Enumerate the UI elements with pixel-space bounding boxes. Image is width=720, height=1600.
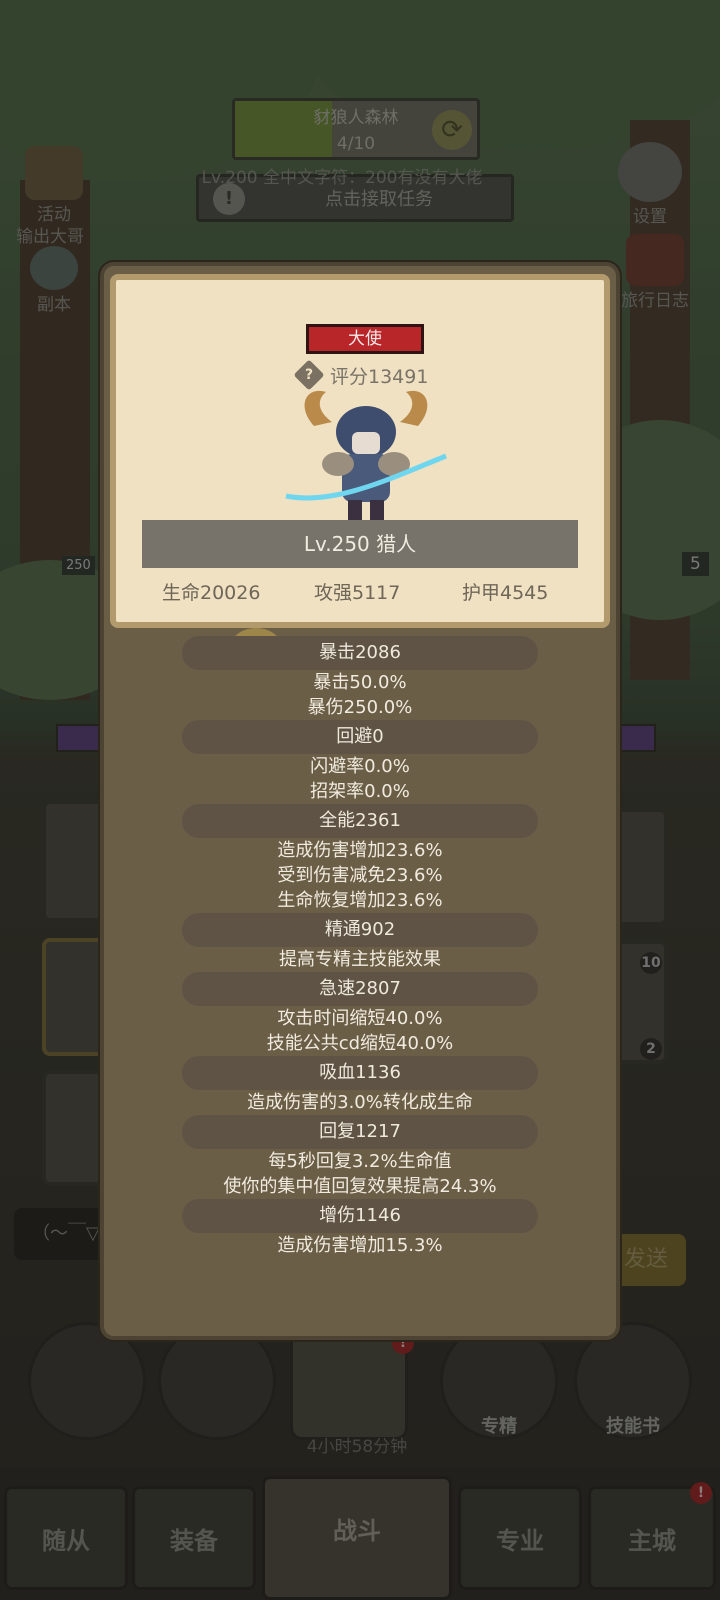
attribute-detail: 暴击50.0% (313, 672, 407, 693)
character-title-badge: 大使 (306, 324, 424, 354)
attribute-header: 全能2361 (182, 804, 538, 838)
attribute-header: 吸血1136 (182, 1056, 538, 1090)
attribute-detail: 造成伤害增加15.3% (277, 1235, 443, 1256)
score-value: 评分13491 (330, 366, 429, 388)
attack-power-stat: 攻强5117 (314, 582, 401, 604)
attribute-detail: 技能公共cd缩短40.0% (266, 1033, 454, 1054)
attribute-detail: 造成伤害的3.0%转化成生命 (247, 1092, 473, 1113)
character-name-bar: Lv.250 猎人 (142, 520, 578, 568)
attribute-list: 暴击2086 暴击50.0% 暴伤250.0% 回避0 闪避率0.0% 招架率0.0% 全能… (104, 636, 616, 1258)
attribute-detail: 造成伤害增加23.6% (277, 840, 443, 861)
attribute-detail: 提高专精主技能效果 (279, 949, 441, 970)
attribute-detail: 闪避率0.0% (310, 756, 410, 777)
attribute-detail: 攻击时间缩短40.0% (277, 1008, 443, 1029)
attribute-header: 回复1217 (182, 1115, 538, 1149)
character-card: 大使 ? 评分13491 Lv.250 猎人 生命20026 攻强5117 护甲… (110, 274, 610, 628)
attribute-detail: 招架率0.0% (310, 781, 410, 802)
attribute-detail: 每5秒回复3.2%生命值 (268, 1151, 452, 1172)
attribute-header: 回避0 (182, 720, 538, 754)
hunter-avatar (285, 390, 447, 520)
character-stats-popup: 大使 ? 评分13491 Lv.250 猎人 生命20026 攻强5117 护甲… (100, 262, 620, 1340)
attribute-detail: 受到伤害减免23.6% (277, 865, 443, 886)
attribute-header: 暴击2086 (182, 636, 538, 670)
attribute-detail: 生命恢复增加23.6% (277, 890, 443, 911)
attribute-header: 精通902 (182, 913, 538, 947)
armor-stat: 护甲4545 (462, 582, 549, 604)
attribute-detail: 使你的集中值回复效果提高24.3% (223, 1176, 497, 1197)
attribute-header: 增伤1146 (182, 1199, 538, 1233)
attribute-detail: 暴伤250.0% (307, 697, 413, 718)
hp-stat: 生命20026 (162, 582, 261, 604)
attribute-header: 急速2807 (182, 972, 538, 1006)
